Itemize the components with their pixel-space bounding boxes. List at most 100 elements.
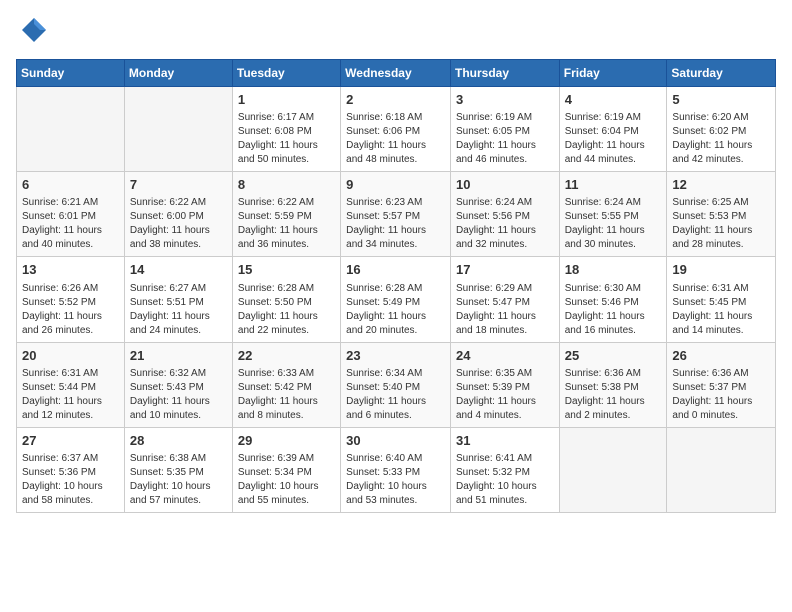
day-number: 19: [672, 261, 770, 279]
header-thursday: Thursday: [450, 60, 559, 87]
day-info: Sunrise: 6:19 AM Sunset: 6:05 PM Dayligh…: [456, 111, 554, 167]
calendar-cell: [124, 87, 232, 172]
day-number: 4: [565, 91, 662, 109]
calendar-week-row: 20 Sunrise: 6:31 AM Sunset: 5:44 PM Dayli…: [17, 342, 776, 427]
day-info: Sunrise: 6:21 AM Sunset: 6:01 PM Dayligh…: [22, 196, 119, 252]
calendar-cell: 5 Sunrise: 6:20 AM Sunset: 6:02 PM Daylig…: [667, 87, 776, 172]
day-info: Sunrise: 6:19 AM Sunset: 6:04 PM Dayligh…: [565, 111, 662, 167]
day-info: Sunrise: 6:22 AM Sunset: 6:00 PM Dayligh…: [130, 196, 227, 252]
calendar-cell: 19 Sunrise: 6:31 AM Sunset: 5:45 PM Dayli…: [667, 257, 776, 342]
day-number: 11: [565, 176, 662, 194]
day-info: Sunrise: 6:40 AM Sunset: 5:33 PM Dayligh…: [346, 452, 445, 508]
day-info: Sunrise: 6:35 AM Sunset: 5:39 PM Dayligh…: [456, 367, 554, 423]
day-number: 24: [456, 347, 554, 365]
day-number: 27: [22, 432, 119, 450]
calendar-cell: 22 Sunrise: 6:33 AM Sunset: 5:42 PM Dayli…: [232, 342, 340, 427]
calendar-cell: 14Sunrise: 6:27 AM Sunset: 5:51 PM Dayli…: [124, 257, 232, 342]
day-number: 23: [346, 347, 445, 365]
day-number: 29: [238, 432, 335, 450]
day-number: 6: [22, 176, 119, 194]
header-friday: Friday: [559, 60, 667, 87]
page-header: [16, 16, 776, 49]
calendar-cell: 18Sunrise: 6:30 AM Sunset: 5:46 PM Dayli…: [559, 257, 667, 342]
calendar-cell: 27 Sunrise: 6:37 AM Sunset: 5:36 PM Dayli…: [17, 427, 125, 512]
calendar-cell: 17Sunrise: 6:29 AM Sunset: 5:47 PM Dayli…: [450, 257, 559, 342]
day-info: Sunrise: 6:23 AM Sunset: 5:57 PM Dayligh…: [346, 196, 445, 252]
day-info: Sunrise: 6:31 AM Sunset: 5:44 PM Dayligh…: [22, 367, 119, 423]
calendar-cell: 26 Sunrise: 6:36 AM Sunset: 5:37 PM Dayli…: [667, 342, 776, 427]
day-number: 30: [346, 432, 445, 450]
day-number: 10: [456, 176, 554, 194]
calendar-cell: 9 Sunrise: 6:23 AM Sunset: 5:57 PM Daylig…: [341, 172, 451, 257]
calendar-cell: 30 Sunrise: 6:40 AM Sunset: 5:33 PM Dayli…: [341, 427, 451, 512]
header-wednesday: Wednesday: [341, 60, 451, 87]
day-number: 28: [130, 432, 227, 450]
day-number: 31: [456, 432, 554, 450]
calendar-table: SundayMondayTuesdayWednesdayThursdayFrid…: [16, 59, 776, 513]
day-info: Sunrise: 6:26 AM Sunset: 5:52 PM Dayligh…: [22, 282, 119, 338]
calendar-week-row: 1Sunrise: 6:17 AM Sunset: 6:08 PM Daylig…: [17, 87, 776, 172]
day-number: 2: [346, 91, 445, 109]
day-info: Sunrise: 6:22 AM Sunset: 5:59 PM Dayligh…: [238, 196, 335, 252]
calendar-cell: 23 Sunrise: 6:34 AM Sunset: 5:40 PM Dayli…: [341, 342, 451, 427]
day-info: Sunrise: 6:36 AM Sunset: 5:38 PM Dayligh…: [565, 367, 662, 423]
day-number: 26: [672, 347, 770, 365]
day-number: 7: [130, 176, 227, 194]
calendar-cell: 25 Sunrise: 6:36 AM Sunset: 5:38 PM Dayli…: [559, 342, 667, 427]
day-info: Sunrise: 6:32 AM Sunset: 5:43 PM Dayligh…: [130, 367, 227, 423]
day-info: Sunrise: 6:24 AM Sunset: 5:56 PM Dayligh…: [456, 196, 554, 252]
calendar-cell: [17, 87, 125, 172]
calendar-cell: 29 Sunrise: 6:39 AM Sunset: 5:34 PM Dayli…: [232, 427, 340, 512]
header-sunday: Sunday: [17, 60, 125, 87]
day-number: 14: [130, 261, 227, 279]
day-number: 22: [238, 347, 335, 365]
day-info: Sunrise: 6:37 AM Sunset: 5:36 PM Dayligh…: [22, 452, 119, 508]
calendar-cell: 20 Sunrise: 6:31 AM Sunset: 5:44 PM Dayli…: [17, 342, 125, 427]
day-number: 12: [672, 176, 770, 194]
calendar-cell: 8 Sunrise: 6:22 AM Sunset: 5:59 PM Daylig…: [232, 172, 340, 257]
header-tuesday: Tuesday: [232, 60, 340, 87]
logo: [16, 16, 48, 49]
day-info: Sunrise: 6:28 AM Sunset: 5:50 PM Dayligh…: [238, 282, 335, 338]
calendar-cell: 15Sunrise: 6:28 AM Sunset: 5:50 PM Dayli…: [232, 257, 340, 342]
day-info: Sunrise: 6:18 AM Sunset: 6:06 PM Dayligh…: [346, 111, 445, 167]
day-number: 16: [346, 261, 445, 279]
day-info: Sunrise: 6:31 AM Sunset: 5:45 PM Dayligh…: [672, 282, 770, 338]
calendar-cell: 31 Sunrise: 6:41 AM Sunset: 5:32 PM Dayli…: [450, 427, 559, 512]
day-number: 25: [565, 347, 662, 365]
day-info: Sunrise: 6:39 AM Sunset: 5:34 PM Dayligh…: [238, 452, 335, 508]
calendar-cell: 4 Sunrise: 6:19 AM Sunset: 6:04 PM Daylig…: [559, 87, 667, 172]
calendar-cell: 7 Sunrise: 6:22 AM Sunset: 6:00 PM Daylig…: [124, 172, 232, 257]
day-info: Sunrise: 6:29 AM Sunset: 5:47 PM Dayligh…: [456, 282, 554, 338]
calendar-cell: 2 Sunrise: 6:18 AM Sunset: 6:06 PM Daylig…: [341, 87, 451, 172]
header-saturday: Saturday: [667, 60, 776, 87]
day-info: Sunrise: 6:33 AM Sunset: 5:42 PM Dayligh…: [238, 367, 335, 423]
day-info: Sunrise: 6:25 AM Sunset: 5:53 PM Dayligh…: [672, 196, 770, 252]
day-info: Sunrise: 6:28 AM Sunset: 5:49 PM Dayligh…: [346, 282, 445, 338]
calendar-cell: 13Sunrise: 6:26 AM Sunset: 5:52 PM Dayli…: [17, 257, 125, 342]
calendar-cell: 6 Sunrise: 6:21 AM Sunset: 6:01 PM Daylig…: [17, 172, 125, 257]
calendar-week-row: 27 Sunrise: 6:37 AM Sunset: 5:36 PM Dayli…: [17, 427, 776, 512]
calendar-cell: 16 Sunrise: 6:28 AM Sunset: 5:49 PM Dayli…: [341, 257, 451, 342]
calendar-header-row: SundayMondayTuesdayWednesdayThursdayFrid…: [17, 60, 776, 87]
calendar-cell: 1Sunrise: 6:17 AM Sunset: 6:08 PM Daylig…: [232, 87, 340, 172]
day-info: Sunrise: 6:36 AM Sunset: 5:37 PM Dayligh…: [672, 367, 770, 423]
day-info: Sunrise: 6:41 AM Sunset: 5:32 PM Dayligh…: [456, 452, 554, 508]
day-number: 1: [238, 91, 335, 109]
day-number: 5: [672, 91, 770, 109]
day-number: 20: [22, 347, 119, 365]
calendar-cell: 28Sunrise: 6:38 AM Sunset: 5:35 PM Dayli…: [124, 427, 232, 512]
day-info: Sunrise: 6:20 AM Sunset: 6:02 PM Dayligh…: [672, 111, 770, 167]
logo-icon: [20, 16, 48, 49]
calendar-cell: 24 Sunrise: 6:35 AM Sunset: 5:39 PM Dayli…: [450, 342, 559, 427]
day-number: 18: [565, 261, 662, 279]
day-number: 9: [346, 176, 445, 194]
day-number: 8: [238, 176, 335, 194]
calendar-cell: [667, 427, 776, 512]
calendar-cell: 10 Sunrise: 6:24 AM Sunset: 5:56 PM Dayli…: [450, 172, 559, 257]
day-info: Sunrise: 6:34 AM Sunset: 5:40 PM Dayligh…: [346, 367, 445, 423]
header-monday: Monday: [124, 60, 232, 87]
calendar-cell: 11Sunrise: 6:24 AM Sunset: 5:55 PM Dayli…: [559, 172, 667, 257]
calendar-week-row: 13Sunrise: 6:26 AM Sunset: 5:52 PM Dayli…: [17, 257, 776, 342]
calendar-week-row: 6 Sunrise: 6:21 AM Sunset: 6:01 PM Daylig…: [17, 172, 776, 257]
